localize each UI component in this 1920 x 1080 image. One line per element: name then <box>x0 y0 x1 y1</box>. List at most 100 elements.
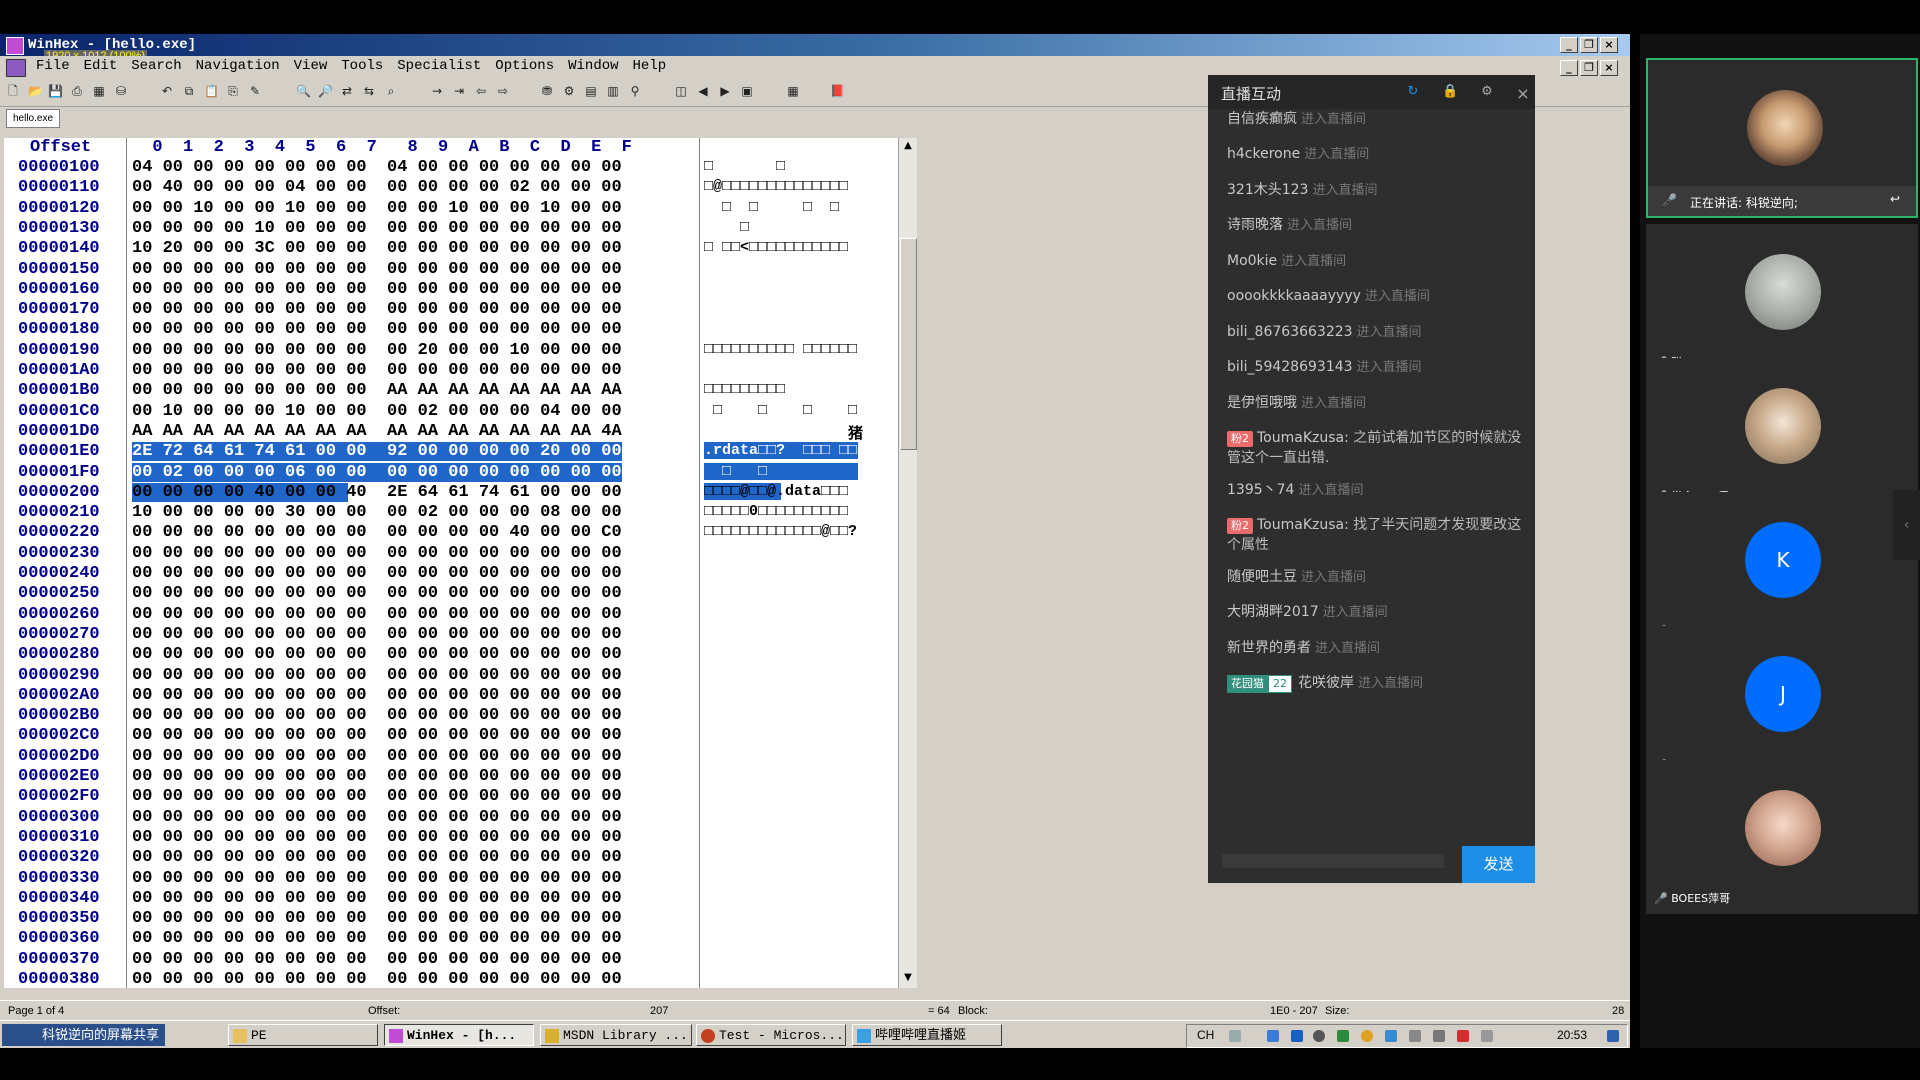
row-hex-bytes[interactable]: 00 00 10 00 00 10 00 00 00 00 10 00 00 1… <box>132 199 622 218</box>
next-icon[interactable]: ▶ <box>718 84 732 98</box>
row-hex-bytes[interactable]: 00 00 00 00 00 00 00 00 00 00 00 00 00 0… <box>132 828 622 847</box>
row-hex-bytes[interactable]: 00 00 00 00 00 00 00 00 00 00 00 00 00 0… <box>132 361 622 380</box>
menu-item-tools[interactable]: Tools <box>341 58 383 74</box>
taskbar-item-bilibili[interactable]: 哔哩哔哩直播姬 <box>852 1024 1002 1046</box>
replace-hex-icon[interactable]: ⇆ <box>362 84 376 98</box>
participant-tile[interactable]: K🎤 kameiluo <box>1646 492 1918 646</box>
clipboard-icon[interactable]: ⎘ <box>226 84 240 98</box>
chat-username[interactable]: 随便吧土豆 <box>1227 569 1297 585</box>
help-book-icon[interactable]: 📕 <box>830 84 845 98</box>
save-icon[interactable]: 💾 <box>48 84 63 98</box>
minimize-button[interactable]: _ <box>1560 37 1578 53</box>
row-ascii[interactable]: □ □ <box>704 158 785 175</box>
row-hex-bytes[interactable]: 04 00 00 00 00 00 00 00 04 00 00 00 00 0… <box>132 158 622 177</box>
row-hex-bytes[interactable]: 00 00 00 00 00 00 00 00 00 00 00 00 00 0… <box>132 808 622 827</box>
goto-sector-icon[interactable]: ⇥ <box>452 84 466 98</box>
chat-username[interactable]: 321木头123 <box>1227 182 1308 198</box>
options-icon[interactable]: ▦ <box>786 84 800 98</box>
doc-restore-button[interactable]: ❐ <box>1580 60 1598 76</box>
row-hex-bytes[interactable]: 10 20 00 00 3C 00 00 00 00 00 00 00 00 0… <box>132 239 622 258</box>
chat-username[interactable]: Mo0kie <box>1227 253 1277 269</box>
close-button[interactable]: × <box>1600 37 1618 53</box>
row-hex-bytes[interactable]: 00 10 00 00 00 10 00 00 00 02 00 00 00 0… <box>132 402 622 421</box>
tab-hello-exe[interactable]: hello.exe <box>6 109 60 128</box>
row-hex-bytes[interactable]: 00 02 00 00 00 06 00 00 00 00 00 00 00 0… <box>132 462 622 482</box>
collapse-panel-handle[interactable]: ‹ <box>1893 490 1920 560</box>
menu-item-navigation[interactable]: Navigation <box>196 58 280 74</box>
camera-icon[interactable]: ◫ <box>674 84 688 98</box>
row-hex-bytes[interactable]: 00 00 00 00 00 00 00 00 00 00 00 00 00 0… <box>132 645 622 664</box>
participant-tile[interactable]: 🎤 聪 <box>1646 224 1918 378</box>
language-indicator[interactable]: CH <box>1197 1028 1214 1042</box>
taskbar-item-pe[interactable]: PE <box>228 1024 378 1046</box>
chat-username[interactable]: 1395丶74 <box>1227 482 1294 498</box>
row-hex-bytes[interactable]: 00 40 00 00 00 04 00 00 00 00 00 00 02 0… <box>132 178 622 197</box>
chat-username[interactable]: ooookkkkaaaayyyy <box>1227 288 1361 304</box>
row-hex-bytes[interactable]: 00 00 00 00 00 00 00 00 00 00 00 00 00 0… <box>132 726 622 745</box>
row-hex-bytes[interactable]: 00 00 00 00 00 00 00 00 00 00 00 00 00 0… <box>132 300 622 319</box>
printer-icon[interactable] <box>1433 1030 1445 1042</box>
row-hex-bytes[interactable]: 00 00 00 00 00 00 00 00 00 00 00 00 00 0… <box>132 605 622 624</box>
properties-icon[interactable]: ▦ <box>92 84 106 98</box>
row-hex-bytes[interactable]: 00 00 00 00 00 00 00 00 00 00 00 00 00 0… <box>132 970 622 989</box>
row-hex-bytes[interactable]: 00 00 00 00 00 00 00 00 00 00 00 00 00 0… <box>132 625 622 644</box>
chat-username[interactable]: h4ckerone <box>1227 146 1300 162</box>
doc-close-button[interactable]: × <box>1600 60 1618 76</box>
menu-item-view[interactable]: View <box>294 58 328 74</box>
copy-icon[interactable]: ⧉ <box>182 84 196 98</box>
row-ascii[interactable]: 猪 <box>704 422 863 443</box>
back-icon[interactable]: ⇦ <box>474 84 488 98</box>
print-icon[interactable]: ⎙ <box>70 84 84 98</box>
paste-icon[interactable]: 📋 <box>204 84 219 98</box>
participant-tile[interactable]: J🎤 josores <box>1646 626 1918 780</box>
chat-username[interactable]: 诗雨晚落 <box>1227 217 1283 233</box>
row-hex-bytes[interactable]: AA AA AA AA AA AA AA AA AA AA AA AA AA A… <box>132 422 622 441</box>
tools-icon[interactable]: ⚙ <box>562 84 576 98</box>
hex-editor-pane[interactable]: Offset 0 1 2 3 4 5 6 7 8 9 A B C D E F 0… <box>4 138 904 989</box>
row-hex-bytes[interactable]: 00 00 00 00 00 00 00 00 AA AA AA AA AA A… <box>132 381 622 400</box>
find-hex-icon[interactable]: 🔎 <box>318 84 333 98</box>
row-hex-bytes[interactable]: 00 00 00 00 00 00 00 00 00 00 00 00 00 0… <box>132 544 622 563</box>
send-button[interactable]: 发送 <box>1462 846 1535 883</box>
prev-icon[interactable]: ◀ <box>696 84 710 98</box>
menu-item-edit[interactable]: Edit <box>84 58 118 74</box>
document-icon[interactable] <box>6 59 26 77</box>
row-ascii[interactable]: □□□□@□□@.data□□□ <box>704 482 849 500</box>
messenger-icon[interactable] <box>1291 1030 1303 1042</box>
row-hex-bytes[interactable]: 00 00 00 00 00 00 00 00 00 00 00 00 00 0… <box>132 848 622 867</box>
gear-icon[interactable]: ⚙ <box>1479 84 1495 100</box>
chat-username[interactable]: 是伊恒哦哦 <box>1227 395 1297 411</box>
doc-minimize-button[interactable]: _ <box>1560 60 1578 76</box>
error-icon[interactable] <box>1457 1030 1469 1042</box>
refresh-icon[interactable]: ↻ <box>1405 84 1421 100</box>
update-icon[interactable] <box>1361 1030 1373 1042</box>
usb-icon[interactable] <box>1409 1030 1421 1042</box>
scroll-up-icon[interactable]: ▲ <box>901 140 915 154</box>
taskbar-item-winhex[interactable]: WinHex - [h... <box>384 1024 534 1046</box>
row-hex-bytes[interactable]: 00 00 00 00 00 00 00 00 00 00 00 00 00 0… <box>132 666 622 685</box>
new-file-icon[interactable]: 🗋 <box>6 84 20 98</box>
shield-icon[interactable] <box>1337 1030 1349 1042</box>
row-hex-bytes[interactable]: 10 00 00 00 00 30 00 00 00 02 00 00 00 0… <box>132 503 622 522</box>
row-hex-bytes[interactable]: 00 00 00 00 40 00 00 40 2E 64 61 74 61 0… <box>132 482 622 502</box>
menu-item-help[interactable]: Help <box>633 58 667 74</box>
row-ascii[interactable]: □ □ <box>704 462 858 480</box>
chat-username[interactable]: bili_86763663223 <box>1227 324 1353 340</box>
chat-username[interactable]: 大明湖畔2017 <box>1227 604 1319 620</box>
snapshot-icon[interactable]: ▣ <box>740 84 754 98</box>
lock-icon[interactable]: 🔒 <box>1442 84 1458 100</box>
open-file-icon[interactable]: 📂 <box>28 84 43 98</box>
chat-username[interactable]: 自信疾癫疯 <box>1227 111 1297 127</box>
chat-username[interactable]: ToumaKzusa: <box>1257 517 1349 533</box>
participant-tile[interactable]: 🎤 BOEES萍哥 <box>1646 760 1918 914</box>
row-ascii[interactable]: .rdata□□? □□□ □□ <box>704 442 858 460</box>
row-hex-bytes[interactable]: 00 00 00 00 00 00 00 00 00 00 00 00 00 0… <box>132 706 622 725</box>
write-icon[interactable]: ✎ <box>248 84 262 98</box>
replace-text-icon[interactable]: ⇄ <box>340 84 354 98</box>
chat-username[interactable]: ToumaKzusa: <box>1257 430 1349 446</box>
goto-offset-icon[interactable]: → <box>430 84 444 98</box>
volume-icon[interactable] <box>1481 1030 1493 1042</box>
app-tray-icon[interactable] <box>1313 1030 1325 1042</box>
vertical-scrollbar[interactable]: ▲ ▼ <box>898 138 917 988</box>
find-text-icon[interactable]: 🔍 <box>296 84 311 98</box>
